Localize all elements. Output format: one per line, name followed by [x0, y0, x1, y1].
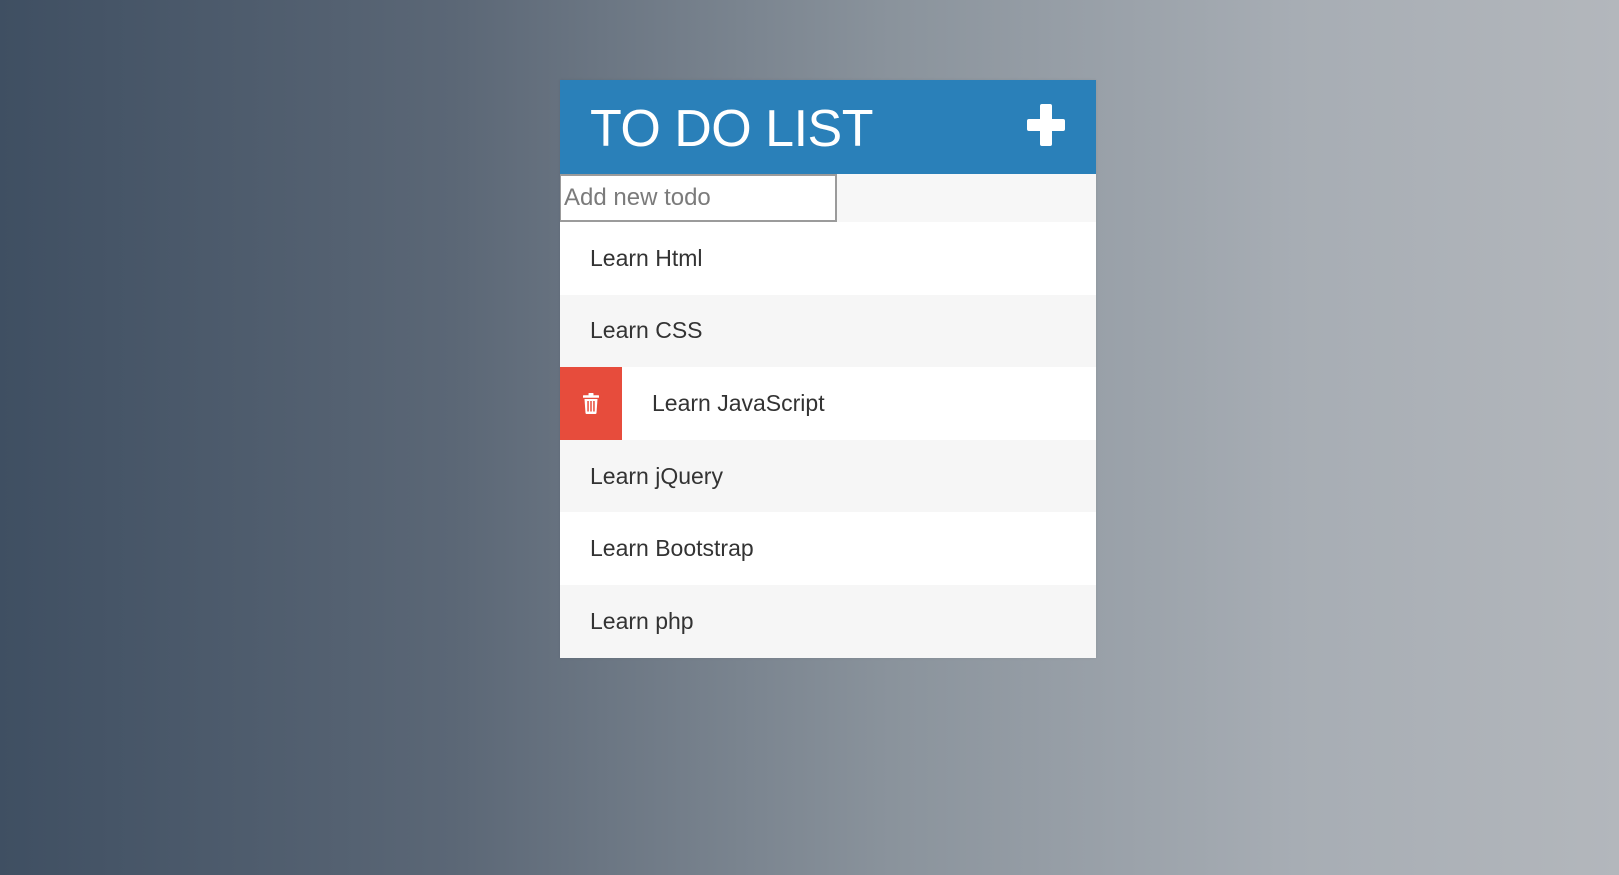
trash-icon	[583, 392, 599, 414]
todo-item[interactable]: Learn php	[560, 584, 1096, 658]
todo-item[interactable]: Learn jQuery	[560, 439, 1096, 513]
todo-text: Learn Bootstrap	[590, 535, 754, 562]
todo-item[interactable]: Learn JavaScript	[560, 367, 1096, 440]
todo-list: Learn Html Learn CSS Learn JavaScript Le	[560, 222, 1096, 658]
delete-button[interactable]	[560, 367, 622, 440]
toggle-input-button[interactable]	[1026, 103, 1066, 147]
page-title: TO DO LIST	[590, 100, 873, 158]
todo-item[interactable]: Learn CSS	[560, 294, 1096, 368]
todo-card: TO DO LIST Learn Html Learn CSS	[560, 80, 1096, 658]
todo-header: TO DO LIST	[560, 80, 1096, 174]
todo-text: Learn jQuery	[590, 462, 723, 489]
add-todo-row	[560, 174, 1096, 222]
new-todo-input[interactable]	[560, 174, 837, 222]
todo-item[interactable]: Learn Html	[560, 222, 1096, 295]
todo-item[interactable]: Learn Bootstrap	[560, 512, 1096, 585]
todo-text: Learn CSS	[590, 317, 703, 344]
todo-text: Learn php	[590, 607, 694, 634]
plus-icon	[1027, 104, 1065, 146]
todo-text: Learn Html	[590, 244, 703, 271]
todo-text: Learn JavaScript	[652, 389, 825, 416]
